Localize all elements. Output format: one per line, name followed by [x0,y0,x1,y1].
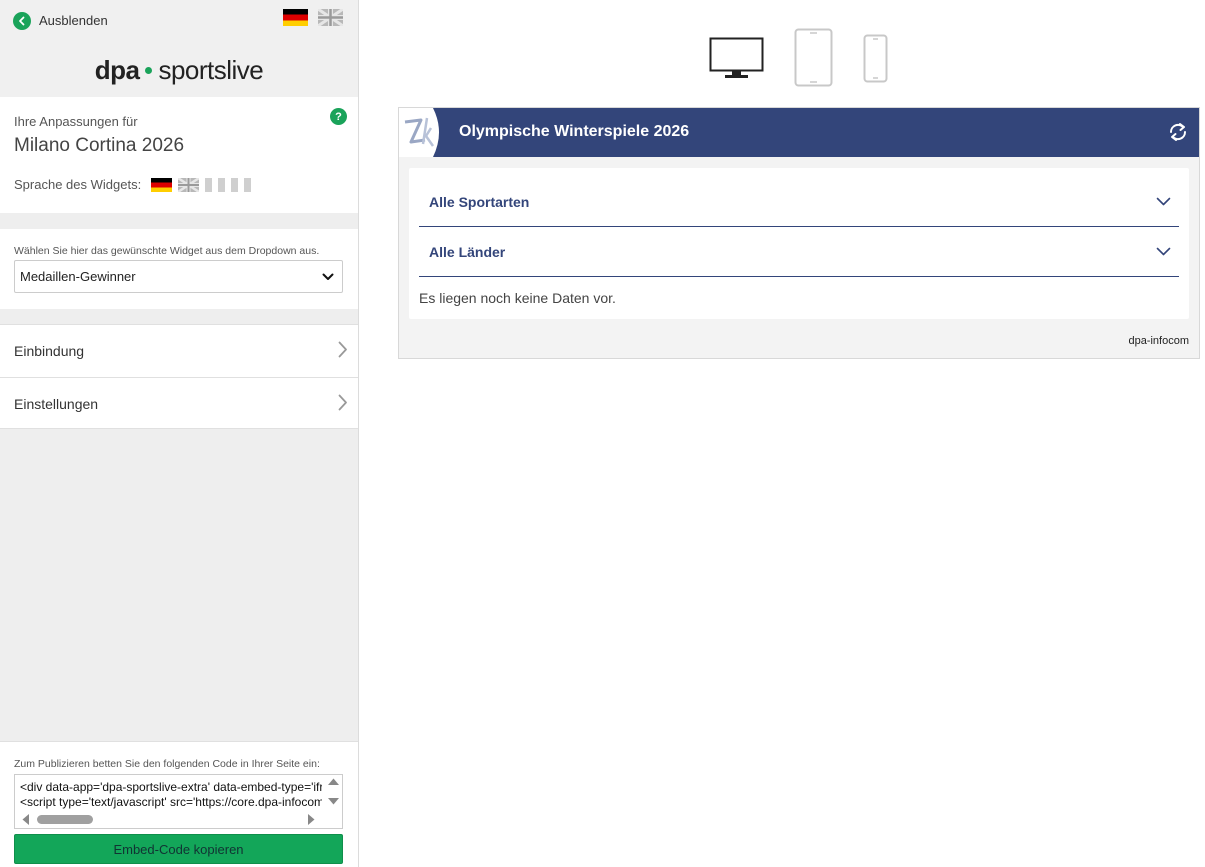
accordion-item-label: Einbindung [14,343,85,359]
desktop-icon[interactable] [709,37,764,84]
logo-text-dpa: dpa [94,55,140,85]
accordion-item-label: Einstellungen [14,395,99,412]
embed-code-line: <div data-app='dpa-sportslive-extra' dat… [20,780,322,794]
language-placeholder-icon [218,177,226,192]
chevron-left-icon [13,11,31,30]
settings-sidebar: Ausblenden dpa sportslive ? Ihre Anpassun… [0,0,359,867]
widget-select-value: Medaillen-Gewinner [20,269,136,284]
ui-language-switcher [283,9,343,26]
refresh-icon[interactable] [1167,121,1189,143]
widget-title: Olympische Winterspiele 2026 [459,123,690,140]
customization-card: ? Ihre Anpassungen für Milano Cortina 20… [0,97,358,213]
german-flag-icon[interactable] [283,9,308,26]
widget-select-hint: Wählen Sie hier das gewünschte Widget au… [14,245,320,257]
language-placeholder-icon [231,177,239,192]
widget-select[interactable]: Medaillen-Gewinner [14,260,343,293]
widget-preview: Olympische Winterspiele 2026 Alle Sporta… [398,107,1200,359]
smartphone-icon[interactable] [863,34,889,88]
accordion-item-embedding[interactable]: Einbindung [0,325,358,377]
german-flag-icon[interactable] [151,177,173,192]
countries-filter-dropdown[interactable]: Alle Länder [419,227,1179,277]
widget-select-card: Wählen Sie hier das gewünschte Widget au… [0,229,358,309]
uk-flag-icon[interactable] [178,177,200,192]
publish-hint: Zum Publizieren betten Sie den folgenden… [14,758,320,770]
sports-filter-label: Alle Sportarten [429,193,530,210]
customization-intro: Ihre Anpassungen für [14,114,138,129]
scrollbar-thumb[interactable] [37,815,93,824]
sidebar-header: Ausblenden dpa sportslive [0,0,358,97]
dpa-sportslive-logo: dpa sportslive [0,55,358,86]
widget-language-options [151,177,252,192]
chevron-down-icon [322,269,334,284]
empty-state-message: Es liegen noch keine Daten vor. [419,290,616,306]
widget-header: Olympische Winterspiele 2026 [399,108,1199,157]
logo-dot-icon [145,67,153,75]
chevron-down-icon [1156,193,1171,211]
uk-flag-icon[interactable] [318,9,343,26]
widget-language-row: Sprache des Widgets: [14,177,252,192]
device-preview-switcher [700,28,900,88]
scroll-left-icon [22,814,29,825]
chevron-down-icon [1156,243,1171,261]
scroll-down-icon [328,798,339,805]
widget-body: Alle Sportarten Alle Länder Es liegen no… [409,168,1189,319]
copy-embed-code-button[interactable]: Embed-Code kopieren [14,834,343,864]
language-placeholder-icon [244,177,252,192]
sports-filter-dropdown[interactable]: Alle Sportarten [419,177,1179,227]
countries-filter-label: Alle Länder [429,243,506,260]
vertical-scrollbar[interactable] [325,775,342,813]
widget-footer-credit: dpa-infocom [1128,335,1189,347]
help-icon[interactable]: ? [330,108,347,125]
language-placeholder-icon [205,177,213,192]
scroll-up-icon [328,778,339,785]
chevron-right-icon [338,341,348,361]
scroll-right-icon [308,814,315,825]
chevron-right-icon [338,394,348,414]
embed-code-line: <script type='text/javascript' src='http… [20,795,322,809]
embed-code-textarea[interactable]: <div data-app='dpa-sportslive-extra' dat… [14,774,343,829]
event-title: Milano Cortina 2026 [14,135,185,156]
hide-sidebar-button[interactable]: Ausblenden [13,11,108,30]
hide-sidebar-label: Ausblenden [39,13,108,28]
logo-text-sportslive: sportslive [158,55,264,85]
publish-card: Zum Publizieren betten Sie den folgenden… [0,741,358,867]
tablet-icon[interactable] [794,28,834,93]
horizontal-scrollbar[interactable] [15,811,327,828]
olympic-sport-logo-icon [399,108,447,157]
settings-accordion: Einbindung Einstellungen [0,324,358,429]
widget-language-label: Sprache des Widgets: [14,177,142,192]
accordion-item-settings[interactable]: Einstellungen [0,377,358,429]
